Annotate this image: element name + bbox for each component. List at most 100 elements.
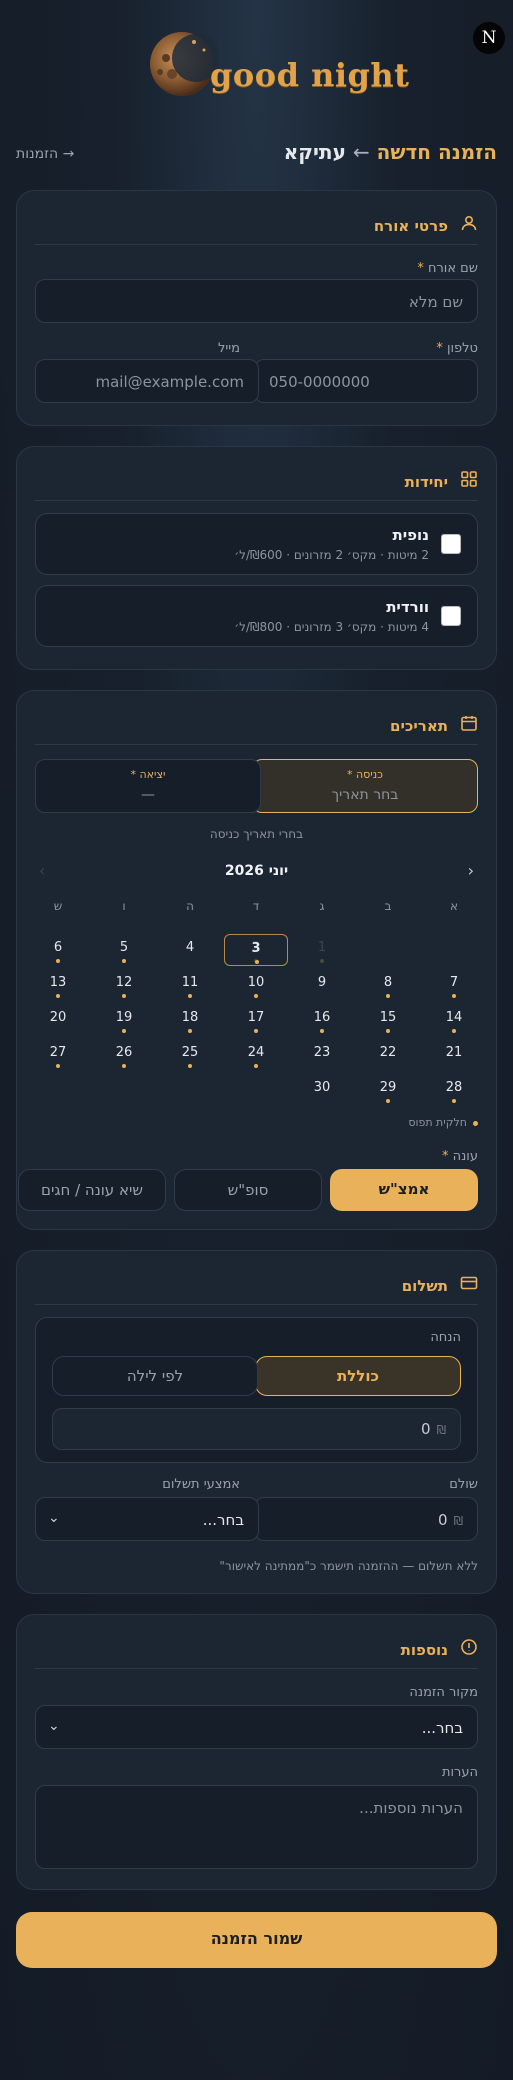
weekday-label: ג xyxy=(319,899,325,913)
calendar-day[interactable]: 22 xyxy=(359,1039,417,1071)
dates-card-title: תאריכים xyxy=(390,717,448,735)
unit-name: נופית xyxy=(392,526,429,544)
payment-method-label: אמצעי תשלום xyxy=(162,1477,240,1492)
weekday-label: ו xyxy=(122,899,126,913)
calendar-day[interactable]: 29 xyxy=(359,1074,417,1106)
calendar-day[interactable]: 26 xyxy=(95,1039,153,1071)
calendar-day[interactable]: 4 xyxy=(161,934,219,966)
calendar-legend: חלקית תפוס xyxy=(408,1116,478,1129)
checkout-label: יציאה * xyxy=(130,768,166,781)
calendar-day[interactable]: 8 xyxy=(359,969,417,1001)
calendar-day: 1 xyxy=(293,934,351,966)
notes-label: הערות xyxy=(441,1765,478,1780)
weekday-label: ש xyxy=(53,899,63,913)
discount-total-button[interactable]: כוללת xyxy=(255,1356,461,1396)
checkout-box[interactable]: יציאה * — xyxy=(35,759,261,813)
guest-card-header: פרטי אורח xyxy=(35,203,478,245)
weekday-label: ד xyxy=(252,899,260,913)
breadcrumb: הזמנה חדשה ← עתיקא → הזמנות xyxy=(16,140,497,170)
dates-card: תאריכים כניסה * בחר תאריך יציאה * — בחרי… xyxy=(16,690,497,1230)
season-label: עונה * xyxy=(441,1149,478,1164)
unit-checkbox[interactable] xyxy=(441,534,461,554)
unit-description: 2 מיטות · מקס׳ 2 מזרונים · ₪600/ל׳ xyxy=(234,548,429,562)
unit-option[interactable]: וורדית 4 מיטות · מקס׳ 3 מזרונים · ₪800/ל… xyxy=(35,585,478,647)
calendar-day[interactable]: 7 xyxy=(425,969,483,1001)
chevron-down-icon: ⌄ xyxy=(48,1510,60,1526)
notification-badge[interactable]: N xyxy=(473,22,505,54)
calendar-day[interactable]: 30 xyxy=(293,1074,351,1106)
season-weekday-button[interactable]: אמצ"ש xyxy=(330,1169,478,1211)
calendar-day[interactable]: 13 xyxy=(29,969,87,1001)
logo: good night xyxy=(0,24,513,104)
calendar-day[interactable]: 23 xyxy=(293,1039,351,1071)
season-weekend-button[interactable]: סופ"ש xyxy=(174,1169,322,1211)
dates-card-header: תאריכים xyxy=(35,703,478,745)
unit-option[interactable]: נופית 2 מיטות · מקס׳ 2 מזרונים · ₪600/ל׳ xyxy=(35,513,478,575)
discount-label: הנחה xyxy=(430,1330,461,1345)
phone-input[interactable]: 050-0000000 xyxy=(254,359,478,403)
checkin-label: כניסה * xyxy=(346,768,383,781)
payment-method-select[interactable]: בחר... ⌄ xyxy=(35,1497,259,1541)
weekday-label: א xyxy=(449,899,459,913)
user-icon xyxy=(461,215,477,231)
calendar-day[interactable]: 9 xyxy=(293,969,351,1001)
next-month-button[interactable]: › xyxy=(39,861,45,880)
chevron-down-icon: ⌄ xyxy=(48,1718,60,1734)
notes-textarea[interactable]: הערות נוספות... xyxy=(35,1785,478,1869)
unit-name: וורדית xyxy=(386,598,429,616)
email-label: מייל xyxy=(217,341,240,356)
info-icon xyxy=(461,1639,477,1655)
paid-label: שולם xyxy=(449,1477,478,1492)
paid-input[interactable]: 0 ₪ xyxy=(254,1497,478,1541)
units-card-title: יחידות xyxy=(404,473,448,491)
calendar-day[interactable]: 27 xyxy=(29,1039,87,1071)
guest-name-label: שם אורח * xyxy=(417,261,478,276)
credit-card-icon xyxy=(460,1276,478,1290)
breadcrumb-arrow: ← xyxy=(352,140,370,164)
calendar-day[interactable]: 19 xyxy=(95,1004,153,1036)
calendar-day[interactable]: 16 xyxy=(293,1004,351,1036)
calendar-day[interactable]: 12 xyxy=(95,969,153,1001)
calendar-day[interactable]: 28 xyxy=(425,1074,483,1106)
moon-logo-icon xyxy=(150,32,218,96)
checkin-box[interactable]: כניסה * בחר תאריך xyxy=(252,759,478,813)
discount-per-night-button[interactable]: לפי לילה xyxy=(52,1356,258,1396)
calendar-day[interactable]: 21 xyxy=(425,1039,483,1071)
payment-card-header: תשלום xyxy=(35,1263,478,1305)
calendar-day[interactable]: 20 xyxy=(29,1004,87,1036)
unit-description: 4 מיטות · מקס׳ 3 מזרונים · ₪800/ל׳ xyxy=(234,620,429,634)
calendar-day[interactable]: 3 xyxy=(224,934,288,966)
calendar-day[interactable]: 6 xyxy=(29,934,87,966)
guest-name-input[interactable]: שם מלא xyxy=(35,279,478,323)
calendar-icon xyxy=(461,716,477,731)
weekday-label: ה xyxy=(186,899,194,913)
logo-text: good night xyxy=(210,56,410,94)
booking-source-select[interactable]: בחר... ⌄ xyxy=(35,1705,478,1749)
breadcrumb-parent[interactable]: עתיקא xyxy=(284,140,346,164)
calendar-day[interactable]: 11 xyxy=(161,969,219,1001)
season-peak-button[interactable]: שיא עונה / חגים xyxy=(18,1169,166,1211)
phone-label: טלפון * xyxy=(436,341,478,356)
extras-card-header: נוספות xyxy=(35,1627,478,1669)
extras-card-title: נוספות xyxy=(400,1641,448,1659)
calendar-day[interactable]: 24 xyxy=(227,1039,285,1071)
calendar-day[interactable]: 5 xyxy=(95,934,153,966)
calendar-day[interactable]: 18 xyxy=(161,1004,219,1036)
calendar-day[interactable]: 17 xyxy=(227,1004,285,1036)
payment-card: תשלום הנחה כוללת לפי לילה 0 ₪ שולם 0 ₪ אמצ… xyxy=(16,1250,497,1594)
extras-card: נוספות מקור הזמנה בחר... ⌄ הערות הערות נ… xyxy=(16,1614,497,1890)
units-card-header: יחידות xyxy=(35,459,478,501)
calendar-month-title: יוני 2026 xyxy=(224,863,289,879)
back-to-bookings-link[interactable]: → הזמנות xyxy=(16,146,74,162)
discount-panel: הנחה כוללת לפי לילה 0 ₪ xyxy=(35,1317,478,1463)
date-hint: בחרי תאריך כניסה xyxy=(209,827,304,841)
calendar-day[interactable]: 14 xyxy=(425,1004,483,1036)
unit-checkbox[interactable] xyxy=(441,606,461,626)
discount-input[interactable]: 0 ₪ xyxy=(52,1408,461,1450)
calendar-day[interactable]: 10 xyxy=(227,969,285,1001)
grid-icon xyxy=(461,471,477,487)
email-input[interactable]: mail@example.com xyxy=(35,359,259,403)
calendar-day[interactable]: 25 xyxy=(161,1039,219,1071)
save-booking-button[interactable]: שמור הזמנה xyxy=(16,1912,497,1968)
calendar-day[interactable]: 15 xyxy=(359,1004,417,1036)
